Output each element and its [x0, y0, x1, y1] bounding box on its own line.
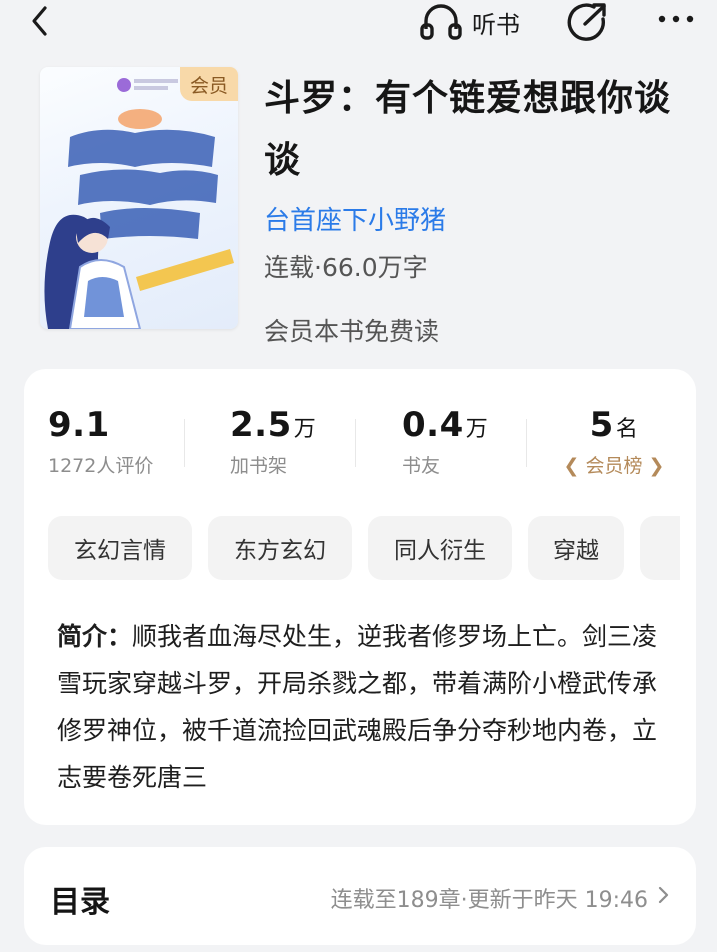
- toc-card[interactable]: 目录 连载至189章·更新于昨天 19:46: [24, 847, 696, 945]
- vip-free-read: 会员本书免费读: [264, 317, 440, 346]
- shelf-label: 加书架: [230, 455, 288, 477]
- more-icon[interactable]: [656, 6, 696, 32]
- intro-text: 顺我者血海尽处生，逆我者修罗场上亡。剑三凌雪玩家穿越斗罗，开局杀戮之都，带着满阶…: [57, 622, 658, 792]
- divider: [355, 419, 356, 467]
- divider: [526, 419, 527, 467]
- book-detail-card: 9.1 1272人评价 2.5万 加书架 0.4万 书友 5名 ❮ 会员榜 ❯ …: [24, 369, 696, 825]
- share-icon[interactable]: [566, 2, 608, 42]
- listen-button[interactable]: 听书: [418, 2, 520, 42]
- readers-value: 0.4: [402, 405, 464, 445]
- intro-label: 简介：: [57, 622, 133, 651]
- cover-illustration: [44, 78, 234, 329]
- laurel-icon: ❯: [648, 455, 665, 477]
- tag-item[interactable]: 同人衍生: [368, 516, 512, 580]
- tag-item[interactable]: 穿越: [528, 516, 624, 580]
- stat-readers[interactable]: 0.4万 书友: [402, 405, 488, 478]
- tag-item[interactable]: 东方玄幻: [208, 516, 352, 580]
- book-cover[interactable]: 会员: [40, 67, 238, 329]
- rank-label-row: ❮ 会员榜 ❯: [559, 451, 669, 478]
- stat-rank[interactable]: 5名 ❮ 会员榜 ❯: [559, 405, 669, 478]
- divider: [184, 419, 185, 467]
- shelf-unit: 万: [293, 417, 317, 442]
- genre-tags: 玄幻言情 东方玄幻 同人衍生 穿越: [48, 516, 680, 580]
- rank-label: 会员榜: [585, 455, 643, 477]
- toc-status: 连载至189章·更新于昨天 19:46: [330, 888, 648, 913]
- rating-value: 9.1: [48, 405, 110, 445]
- readers-label: 书友: [402, 455, 441, 477]
- book-title: 斗罗：有个链爱想跟你谈谈: [264, 78, 672, 181]
- book-author[interactable]: 台首座下小野猪: [264, 200, 446, 237]
- chevron-right-icon: [658, 886, 669, 904]
- rating-label: 1272人评价: [48, 455, 154, 477]
- rank-unit: 名: [615, 417, 639, 442]
- listen-label: 听书: [472, 10, 520, 39]
- shelf-value: 2.5: [230, 405, 292, 445]
- tag-item[interactable]: 玄幻言情: [48, 516, 192, 580]
- toc-title: 目录: [50, 885, 110, 920]
- stat-shelf[interactable]: 2.5万 加书架: [230, 405, 316, 478]
- rank-value: 5: [589, 405, 614, 445]
- readers-unit: 万: [465, 417, 489, 442]
- laurel-icon: ❮: [563, 455, 580, 477]
- book-status: 连载·66.0万字: [264, 253, 428, 282]
- tag-item-overflow[interactable]: [640, 516, 680, 580]
- book-intro[interactable]: 简介：顺我者血海尽处生，逆我者修罗场上亡。剑三凌雪玩家穿越斗罗，开局杀戮之都，带…: [57, 613, 677, 801]
- stat-rating[interactable]: 9.1 1272人评价: [48, 405, 153, 478]
- vip-badge: 会员: [180, 67, 238, 101]
- back-icon[interactable]: [28, 4, 52, 38]
- headphones-icon: [420, 4, 462, 40]
- top-bar: 听书: [0, 0, 717, 44]
